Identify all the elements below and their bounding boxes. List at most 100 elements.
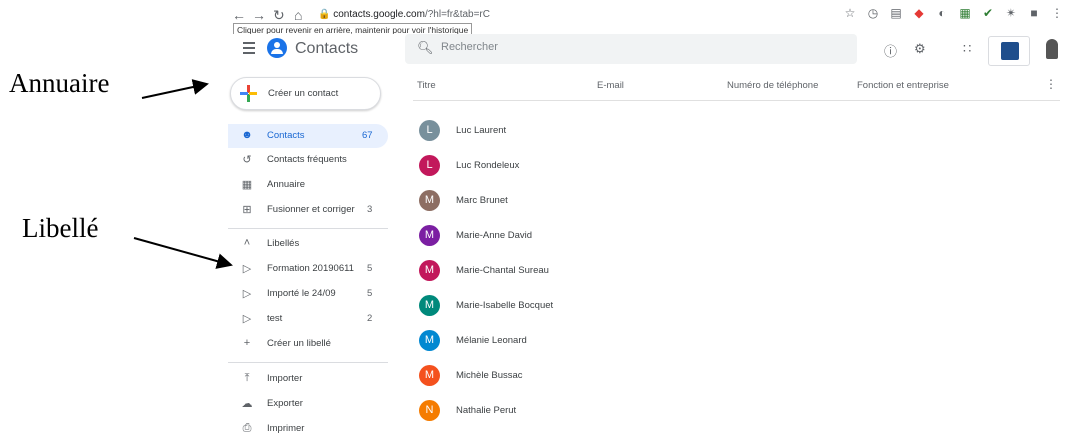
contact-avatar: N (419, 400, 440, 421)
label-outline-icon: ▷ (242, 288, 252, 300)
contact-row[interactable]: M Michèle Bussac (400, 363, 1040, 393)
contact-avatar: M (419, 330, 440, 351)
clock-extension-icon[interactable]: ◷ (866, 6, 880, 20)
organization-logo[interactable] (988, 36, 1030, 66)
back-arrow-icon[interactable]: ← (232, 7, 246, 23)
grid-extension-icon[interactable]: ▦ (958, 6, 972, 20)
main-menu-icon[interactable] (243, 42, 255, 57)
sidebar-item-label: Fusionner et corriger (267, 204, 355, 215)
search-bar[interactable]: 🔍︎ (405, 34, 857, 64)
contact-name: Marc Brunet (456, 195, 508, 206)
cloud-download-icon: ☁ (241, 398, 253, 410)
arrow-to-labels (133, 237, 233, 269)
merge-icon: ⊞ (242, 204, 252, 216)
contact-name: Nathalie Perut (456, 405, 517, 416)
create-contact-label: Créer un contact (268, 88, 339, 99)
contact-avatar: L (419, 120, 440, 141)
upload-icon: ⤒ (244, 372, 250, 384)
sidebar-item-import[interactable]: ⤒ Importer (228, 367, 388, 391)
create-label-button[interactable]: + Créer un libellé (228, 332, 388, 356)
help-icon[interactable]: ⓘ (884, 41, 897, 60)
settings-gear-icon[interactable]: ⚙ (914, 41, 926, 57)
browser-toolbar: ← → ↻ ⌂ 🔒 contacts.google.com/?hl=fr&tab… (228, 0, 1070, 37)
plus-icon (240, 85, 257, 102)
labels-section-header[interactable]: ˄ Libellés (228, 232, 388, 256)
label-name: Formation 20190611 (267, 263, 354, 274)
contact-row[interactable]: M Marie-Chantal Sureau (400, 258, 1040, 288)
column-header-email[interactable]: E-mail (597, 80, 624, 91)
sidebar-item-label: Exporter (267, 398, 303, 409)
star-icon[interactable]: ☆ (843, 6, 857, 20)
column-header-job[interactable]: Fonction et entreprise (857, 80, 949, 91)
column-header-title[interactable]: Titre (417, 80, 436, 91)
contact-name: Marie-Anne David (456, 230, 533, 241)
contact-row[interactable]: M Marie-Isabelle Bocquet (400, 293, 1040, 323)
forward-arrow-icon[interactable]: → (252, 7, 266, 23)
domain-icon: ▦ (241, 179, 253, 191)
sidebar-label-test[interactable]: ▷ test 2 (228, 307, 388, 331)
sidebar-label-formation[interactable]: ▷ Formation 20190611 5 (228, 257, 388, 281)
header-divider (413, 100, 1060, 101)
arrow-to-create-button (141, 79, 209, 99)
app-title: Contacts (295, 40, 359, 57)
profile-extension-icon[interactable]: ■ (1027, 6, 1041, 20)
reload-icon[interactable]: ↻ (273, 7, 285, 24)
lock-icon: 🔒 (318, 9, 331, 20)
annotation-arrows (133, 79, 233, 269)
label-outline-icon: ▷ (242, 263, 252, 275)
notes-extension-icon[interactable]: ▤ (889, 6, 903, 20)
contact-row[interactable]: M Mélanie Leonard (400, 328, 1040, 358)
column-header-phone[interactable]: Numéro de téléphone (727, 80, 818, 91)
contact-name: Luc Rondeleux (456, 160, 520, 171)
merge-count: 3 (367, 204, 373, 215)
sidebar-divider (228, 228, 388, 229)
sidebar-item-label: Imprimer (267, 423, 305, 434)
sidebar-item-frequent[interactable]: ↺ Contacts fréquents (228, 148, 388, 172)
contact-row[interactable]: L Luc Laurent (400, 118, 1040, 148)
contacts-logo-icon (267, 38, 287, 58)
contact-avatar: L (419, 155, 440, 176)
sidebar-item-merge[interactable]: ⊞ Fusionner et corriger 3 (228, 198, 388, 222)
home-icon[interactable]: ⌂ (294, 7, 302, 23)
address-bar[interactable]: 🔒 contacts.google.com/?hl=fr&tab=rC (318, 9, 490, 20)
puzzle-extension-icon[interactable]: ✴ (1004, 6, 1018, 20)
contact-avatar: M (419, 295, 440, 316)
menu-dots-icon[interactable]: ⋮ (1050, 6, 1064, 20)
circle-extension-icon[interactable]: ◐ (935, 6, 949, 20)
contact-avatar: M (419, 365, 440, 386)
search-icon[interactable]: 🔍︎ (417, 40, 434, 56)
contact-row[interactable]: M Marc Brunet (400, 188, 1040, 218)
contact-row[interactable]: L Luc Rondeleux (400, 153, 1040, 183)
contact-avatar: M (419, 190, 440, 211)
create-contact-button[interactable]: Créer un contact (230, 77, 381, 110)
sidebar-item-label: Contacts fréquents (267, 154, 347, 165)
sidebar-divider (228, 362, 388, 363)
label-count: 2 (367, 313, 373, 324)
sidebar-item-directory[interactable]: ▦ Annuaire (228, 173, 388, 197)
label-name: Importé le 24/09 (267, 288, 336, 299)
sidebar-item-print[interactable]: ⎙ Imprimer (228, 417, 388, 437)
contact-row[interactable]: M Marie-Anne David (400, 223, 1040, 253)
sidebar-item-label: Importer (267, 373, 303, 384)
history-icon: ↺ (242, 154, 252, 166)
chevron-up-icon: ˄ (243, 237, 251, 249)
sidebar: Créer un contact ☻ Contacts 67 ↺ Contact… (228, 66, 390, 437)
search-input[interactable] (441, 41, 821, 53)
sidebar-item-export[interactable]: ☁ Exporter (228, 392, 388, 416)
contact-row[interactable]: N Nathalie Perut (400, 398, 1040, 428)
sidebar-label-imported[interactable]: ▷ Importé le 24/09 5 (228, 282, 388, 306)
contact-avatar: M (419, 260, 440, 281)
apps-grid-icon[interactable]: ∷ (963, 41, 971, 57)
check-extension-icon[interactable]: ✔ (981, 6, 995, 20)
contact-name: Marie-Chantal Sureau (456, 265, 549, 276)
sidebar-item-contacts[interactable]: ☻ Contacts 67 (228, 124, 388, 148)
labels-header-label: Libellés (267, 238, 300, 249)
contact-list: Titre E-mail Numéro de téléphone Fonctio… (400, 66, 1070, 437)
more-options-icon[interactable]: ⋮ (1045, 77, 1057, 91)
contact-name: Mélanie Leonard (456, 335, 527, 346)
code-extension-icon[interactable]: ◆ (912, 6, 926, 20)
url-host: contacts.google.com (333, 9, 425, 20)
plus-icon: + (243, 337, 251, 349)
account-avatar[interactable] (1042, 38, 1062, 62)
contact-name: Marie-Isabelle Bocquet (456, 300, 554, 311)
